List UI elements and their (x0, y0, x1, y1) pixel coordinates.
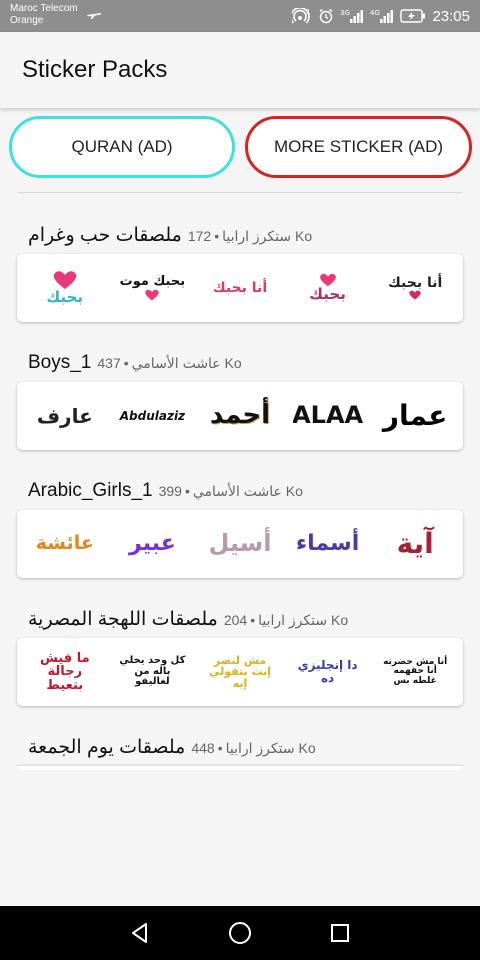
meta-separator: • (250, 612, 256, 628)
pack-name: Boys_1 (28, 352, 92, 373)
home-button[interactable] (225, 918, 255, 948)
sticker-preview-row[interactable] (17, 766, 463, 770)
pack-author: ستكرز ارابيا (225, 740, 295, 756)
heart-icon (53, 271, 77, 290)
sticker-preview: أحمد (209, 400, 271, 431)
sticker-preview: مش لنصر إنت بتقولي إيه (208, 653, 272, 690)
alarm-icon (319, 8, 333, 24)
meta-separator: • (214, 228, 220, 244)
sticker-preview: عائشة (35, 532, 94, 555)
sticker-preview-row[interactable]: ما فيش رجالة بتعيط كل وحد يخلي باله من ل… (17, 638, 463, 706)
pack-name: ملصقات اللهجة المصرية (28, 609, 218, 630)
sticker-preview: عمار (382, 399, 448, 433)
pack-name: Arabic_Girls_1 (28, 480, 153, 501)
pack-meta: ستكرز ارابيا•204 Ko (224, 612, 348, 629)
pack-author: ستكرز ارابيا (258, 612, 328, 628)
pack-meta: ستكرز ارابيا•448 Ko (191, 740, 315, 757)
pack-header: Arabic_Girls_1 عاشت الأسامي•399 Ko (28, 480, 303, 506)
sticker-preview: عارف (36, 403, 93, 428)
sticker-preview: أنا بحبك (212, 279, 268, 296)
sticker-preview: كل وحد يخلي باله من لغاليفو (119, 655, 186, 688)
carrier-name: Maroc Telecom (10, 3, 78, 14)
svg-text:4G: 4G (370, 9, 380, 17)
pack-header: ملصقات يوم الجمعة ستكرز ارابيا•448 Ko (28, 736, 316, 762)
sticker-preview: أنا مش حضرته أنا حقهمه غلطه بس (383, 656, 448, 686)
heart-icon (409, 290, 421, 300)
page-title: Sticker Packs (22, 56, 168, 83)
sticker-preview: عبير (129, 531, 176, 557)
more-sticker-ad-button[interactable]: MORE STICKER (AD) (245, 116, 472, 178)
navigation-bar (0, 906, 480, 960)
meta-separator: • (123, 355, 129, 371)
app-bar: Sticker Packs (0, 32, 480, 108)
sticker-preview: Abdulaziz (119, 408, 186, 423)
pack-name: ملصقات يوم الجمعة (28, 737, 186, 758)
airplane-mode-icon (87, 13, 101, 19)
sticker-preview: بحبك (30, 260, 100, 316)
meta-separator: • (184, 483, 190, 499)
sticker-preview: ALAA (292, 401, 363, 430)
sticker-preview: ما فيش رجالة بتعيط (39, 650, 90, 693)
svg-text:3G: 3G (340, 9, 350, 17)
hotspot-icon: 1 (292, 8, 311, 24)
svg-text:1: 1 (306, 8, 310, 16)
pack-meta: عاشت الأسامي•399 Ko (159, 483, 303, 500)
pack-name: ملصقات حب وغرام (28, 225, 182, 246)
divider (18, 192, 462, 193)
sticker-preview-row[interactable]: عارف Abdulaziz أحمد ALAA عمار (17, 382, 463, 450)
battery-charging-icon (400, 9, 426, 23)
sticker-preview: آية (396, 527, 434, 561)
sticker-preview: أنا بحبك (380, 260, 450, 316)
heart-icon (145, 289, 160, 301)
sticker-preview: بحبك (293, 260, 363, 316)
carrier-secondary: Orange (10, 15, 44, 26)
home-icon (229, 922, 251, 944)
pack-header: ملصقات حب وغرام ستكرز ارابيا•172 Ko (28, 224, 312, 250)
recents-button[interactable] (325, 918, 355, 948)
recents-icon (331, 924, 349, 942)
pack-author: ستكرز ارابيا (222, 228, 292, 244)
signal-3g-icon: 3G (340, 9, 364, 23)
quran-ad-button[interactable]: QURAN (AD) (9, 116, 235, 178)
pack-header: ملصقات اللهجة المصرية ستكرز ارابيا•204 K… (28, 608, 348, 634)
pack-author: عاشت الأسامي (131, 355, 221, 371)
sticker-preview: أسماء (295, 531, 360, 557)
clock: 23:05 (432, 7, 470, 25)
sticker-preview-row[interactable]: بحبك بحبك موت أنا بحبك بحبك أنا بحبك (17, 254, 463, 322)
back-icon (132, 923, 147, 943)
pack-author: عاشت الأسامي (192, 483, 282, 499)
status-icons: 1 3G 4G 23:05 (292, 6, 470, 26)
pack-meta: ستكرز ارابيا•172 Ko (188, 228, 312, 245)
sticker-preview: بحبك موت (117, 260, 187, 316)
carrier-info: Maroc Telecom Orange (10, 3, 78, 27)
back-button[interactable] (125, 918, 155, 948)
meta-separator: • (217, 740, 223, 756)
sticker-pack-list[interactable]: QURAN (AD) MORE STICKER (AD) ملصقات حب و… (0, 108, 480, 906)
pack-header: Boys_1 عاشت الأسامي•437 Ko (28, 352, 242, 378)
sticker-preview-row[interactable]: عائشة عبير أسيل أسماء آية (17, 510, 463, 578)
pack-meta: عاشت الأسامي•437 Ko (97, 355, 241, 372)
sticker-preview: أسيل (208, 529, 272, 558)
status-bar: Maroc Telecom Orange 1 3G 4G 23:05 (0, 0, 480, 32)
signal-4g-icon: 4G (370, 9, 394, 23)
sticker-preview: دا إنجليزي ده (297, 658, 358, 685)
